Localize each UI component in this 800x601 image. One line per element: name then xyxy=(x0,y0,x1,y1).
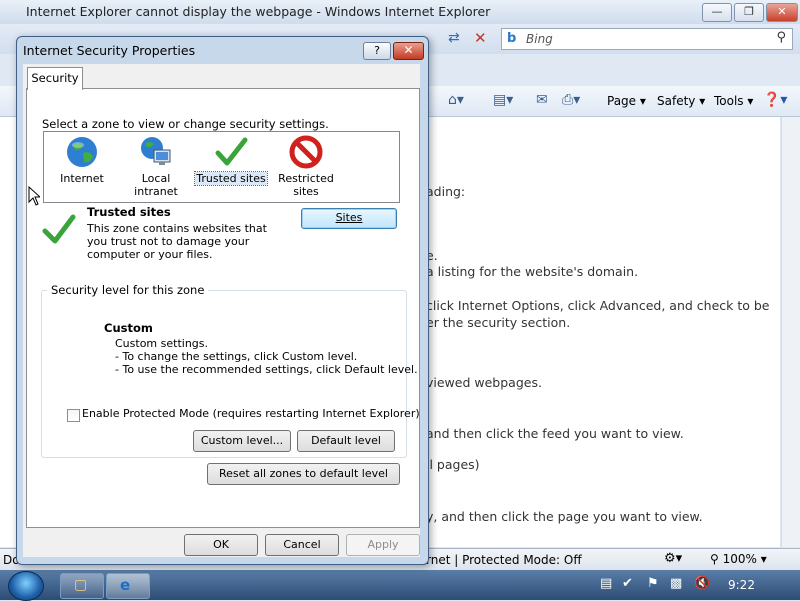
start-button[interactable] xyxy=(8,571,44,601)
search-input[interactable]: Bing xyxy=(526,32,553,46)
tray-volume-icon[interactable]: 🔇 xyxy=(694,576,710,591)
security-tab-page: Select a zone to view or change security… xyxy=(26,88,420,528)
tray-flag-icon[interactable]: ⚑ xyxy=(647,576,659,591)
tools-menu[interactable]: Tools ▾ xyxy=(714,94,753,108)
ie-logo-icon: e xyxy=(120,576,131,594)
tab-security[interactable]: Security xyxy=(27,67,83,90)
selected-zone-name: Trusted sites xyxy=(87,205,171,219)
home-icon[interactable]: ⌂▾ xyxy=(448,92,464,108)
content-line: a listing for the website's domain. xyxy=(426,264,639,279)
ie-settings-icon[interactable]: ⚙▾ xyxy=(664,551,682,566)
tray-network-icon[interactable]: ▩ xyxy=(670,576,682,591)
content-line: ll pages) xyxy=(426,457,480,472)
zone-local-intranet[interactable]: Local intranet xyxy=(120,135,192,198)
zoom-control[interactable]: ⚲ 100% ▾ xyxy=(710,552,767,566)
search-box[interactable]: b Bing ⚲ xyxy=(501,28,793,50)
level-desc-line: - To change the settings, click Custom l… xyxy=(115,350,358,363)
dialog-title: Internet Security Properties xyxy=(23,43,196,58)
apply-button[interactable]: Apply xyxy=(346,534,420,556)
stop-icon[interactable]: ✕ xyxy=(474,29,492,47)
ie-titlebar: Internet Explorer cannot display the web… xyxy=(0,0,800,24)
safety-menu[interactable]: Safety ▾ xyxy=(657,94,705,108)
refresh-icon[interactable]: ⇄ xyxy=(448,30,466,48)
security-properties-dialog: Internet Security Properties ? ✕ Select … xyxy=(16,36,429,565)
tray-doc-icon[interactable]: ▤ xyxy=(600,576,612,591)
bing-icon: b xyxy=(507,31,517,46)
content-line: y, and then click the page you want to v… xyxy=(426,509,703,524)
zone-list[interactable]: Internet Local intranet Trusted sites Re… xyxy=(43,131,400,203)
content-line: er the security section. xyxy=(426,315,571,330)
level-desc-line: Custom settings. xyxy=(115,337,209,350)
folder-icon: ▢ xyxy=(74,577,88,593)
content-line: click Internet Options, click Advanced, … xyxy=(426,298,770,313)
feeds-icon[interactable]: ▤▾ xyxy=(493,92,513,108)
mail-icon[interactable]: ✉ xyxy=(536,92,548,108)
intranet-icon xyxy=(141,137,171,165)
ie-maximize-button[interactable]: ❐ xyxy=(734,3,764,22)
ie-window-title: Internet Explorer cannot display the web… xyxy=(26,4,491,19)
print-icon[interactable]: ⎙▾ xyxy=(562,92,580,108)
status-zone: rnet | Protected Mode: Off xyxy=(426,553,582,567)
restricted-icon xyxy=(289,135,323,169)
zone-label: Restricted sites xyxy=(278,172,334,198)
default-level-button[interactable]: Default level xyxy=(297,430,395,452)
protected-mode-checkbox[interactable] xyxy=(67,409,80,422)
sites-button[interactable]: Sites xyxy=(301,208,397,229)
tray-security-icon[interactable]: ✔ xyxy=(622,576,633,591)
search-icon[interactable]: ⚲ xyxy=(776,30,786,45)
page-menu[interactable]: Page ▾ xyxy=(607,94,646,108)
dialog-help-button[interactable]: ? xyxy=(363,42,391,60)
security-level-legend: Security level for this zone xyxy=(47,283,209,297)
protected-mode-label[interactable]: Enable Protected Mode (requires restarti… xyxy=(82,407,420,420)
content-line: viewed webpages. xyxy=(426,375,542,390)
help-icon[interactable]: ❓▾ xyxy=(763,92,787,108)
reset-all-zones-button[interactable]: Reset all zones to default level xyxy=(207,463,400,485)
zone-label: Trusted sites xyxy=(194,171,268,186)
ok-button[interactable]: OK xyxy=(184,534,258,556)
dialog-close-button[interactable]: ✕ xyxy=(393,42,424,60)
content-line: and then click the feed you want to view… xyxy=(426,426,684,441)
mouse-cursor-icon xyxy=(28,186,40,206)
ie-close-button[interactable]: ✕ xyxy=(766,3,798,22)
zone-trusted-sites[interactable]: Trusted sites xyxy=(194,135,268,197)
zone-internet[interactable]: Internet xyxy=(46,135,118,197)
content-line: ading: xyxy=(426,184,466,199)
taskbar-ie-button[interactable]: e xyxy=(106,573,150,599)
security-level-description: Custom settings. - To change the setting… xyxy=(115,337,418,376)
zone-prompt: Select a zone to view or change security… xyxy=(42,117,329,131)
globe-icon xyxy=(67,137,97,167)
security-level-name: Custom xyxy=(104,321,153,335)
zone-restricted-sites[interactable]: Restricted sites xyxy=(270,135,342,198)
custom-level-button[interactable]: Custom level... xyxy=(193,430,291,452)
selected-zone-description: This zone contains websites that you tru… xyxy=(87,222,267,261)
vertical-scrollbar[interactable] xyxy=(781,117,800,547)
cancel-button[interactable]: Cancel xyxy=(265,534,339,556)
zone-label: Local intranet xyxy=(134,172,178,198)
level-desc-line: - To use the recommended settings, click… xyxy=(115,363,418,376)
trusted-sites-check-icon xyxy=(42,214,76,244)
checkmark-icon xyxy=(215,137,248,166)
dialog-body: Select a zone to view or change security… xyxy=(23,64,420,557)
taskbar-explorer-button[interactable]: ▢ xyxy=(60,573,104,599)
taskbar-clock[interactable]: 9:22 xyxy=(728,578,755,592)
zone-label: Internet xyxy=(60,172,104,185)
ie-minimize-button[interactable]: — xyxy=(702,3,732,22)
